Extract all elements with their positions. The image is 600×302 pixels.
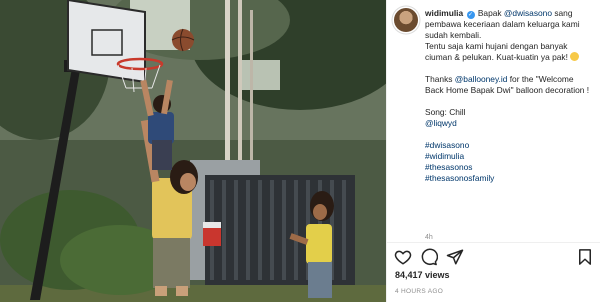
caption-time: 4h bbox=[425, 234, 433, 241]
caption-text: widimulia ✓ Bapak @dwisasono sang pembaw… bbox=[425, 8, 594, 184]
verified-badge-icon: ✓ bbox=[466, 11, 475, 19]
post-video[interactable] bbox=[0, 0, 386, 302]
hashtag-link[interactable]: #thesasonos bbox=[425, 162, 594, 173]
bookmark-icon[interactable] bbox=[576, 248, 594, 266]
song-label: Song: Chill bbox=[425, 107, 466, 117]
action-bar bbox=[394, 248, 594, 268]
paper-plane-icon[interactable] bbox=[446, 248, 464, 266]
video-frame-illustration bbox=[0, 0, 386, 302]
smiling-face-emoji-icon bbox=[570, 52, 580, 61]
mention-link[interactable]: @liqwyd bbox=[425, 118, 594, 129]
post-timestamp[interactable]: 4 HOURS AGO bbox=[395, 288, 443, 295]
hashtag-link[interactable]: #widimulia bbox=[425, 151, 594, 162]
comment-bubble-icon[interactable] bbox=[420, 248, 438, 266]
mention-link[interactable]: @ballooney.id bbox=[455, 74, 508, 84]
heart-icon[interactable] bbox=[394, 248, 412, 266]
hashtag-link[interactable]: #dwisasono bbox=[425, 140, 594, 151]
username-link[interactable]: widimulia bbox=[425, 8, 463, 18]
thanks-prefix: Thanks bbox=[425, 74, 453, 84]
caption-line2: Tentu saja kami hujani dengan banyak ciu… bbox=[425, 41, 568, 62]
post-caption-block: widimulia ✓ Bapak @dwisasono sang pembaw… bbox=[394, 8, 594, 184]
caption-prefix: Bapak bbox=[477, 8, 502, 18]
hashtag-link[interactable]: #thesasonosfamily bbox=[425, 173, 594, 184]
mention-link[interactable]: @dwisasono bbox=[504, 8, 552, 18]
view-count[interactable]: 84,417 views bbox=[395, 270, 450, 280]
divider bbox=[386, 242, 600, 243]
profile-avatar[interactable] bbox=[394, 8, 418, 32]
